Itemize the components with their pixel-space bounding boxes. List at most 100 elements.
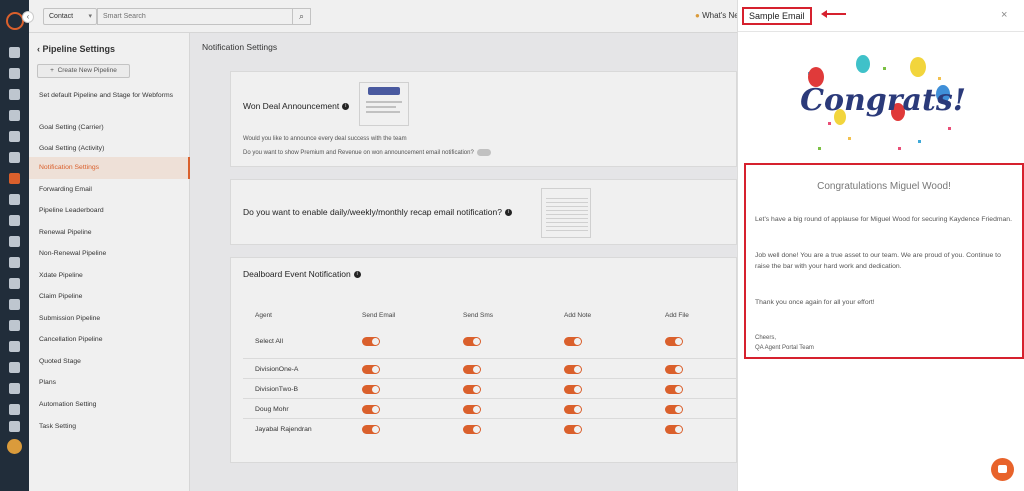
won-deal-question-2-text: Do you want to show Premium and Revenue … <box>243 150 474 157</box>
sidebar-item[interactable]: Non-Renewal Pipeline <box>29 249 190 258</box>
sidebar-item[interactable]: Automation Setting <box>29 400 190 409</box>
pipeline-filter-icon[interactable] <box>9 173 20 184</box>
documents-icon[interactable] <box>9 89 20 100</box>
sidebar-item[interactable]: Task Setting <box>29 422 190 431</box>
add-note-toggle[interactable] <box>564 365 582 374</box>
collapse-rail-button[interactable]: ‹ <box>22 11 34 23</box>
won-deal-question-1: Would you like to announce every deal su… <box>243 136 407 142</box>
archive-icon[interactable] <box>9 299 20 310</box>
add-file-toggle[interactable] <box>665 385 683 394</box>
email-paragraph-3: Thank you once again for all your effort… <box>755 299 875 306</box>
sidebar-item[interactable]: Renewal Pipeline <box>29 228 190 237</box>
google-icon[interactable] <box>9 278 20 289</box>
sidebar-item[interactable]: Goal Setting (Carrier) <box>29 123 190 132</box>
send-sms-toggle[interactable] <box>463 385 481 394</box>
agent-name: Doug Mohr <box>255 406 289 413</box>
sidebar-item[interactable]: Submission Pipeline <box>29 314 190 323</box>
sidebar-item[interactable]: Pipeline Leaderboard <box>29 206 190 215</box>
add-note-toggle[interactable] <box>564 385 582 394</box>
file-icon[interactable] <box>9 215 20 226</box>
icon-rail <box>0 0 29 491</box>
congrats-banner-image: Congrats! <box>800 55 966 150</box>
balloon <box>910 57 926 77</box>
table-row: DivisionOne-A <box>243 358 738 380</box>
list-icon[interactable] <box>9 131 20 142</box>
add-note-toggle[interactable] <box>564 337 582 346</box>
dollar-icon[interactable] <box>9 383 20 394</box>
trend-icon[interactable] <box>9 404 20 415</box>
info-icon[interactable]: i <box>504 209 512 217</box>
page-title: Notification Settings <box>202 42 278 52</box>
email-paragraph-1: Let's have a big round of applause for M… <box>755 216 1012 223</box>
activity-icon[interactable] <box>9 362 20 373</box>
gear-icon[interactable] <box>9 421 20 432</box>
annotation-arrow <box>821 10 846 18</box>
close-icon[interactable]: × <box>1001 9 1007 21</box>
recap-mini-table <box>546 195 588 231</box>
sidebar-item[interactable]: Quoted Stage <box>29 357 190 366</box>
calendar-card-icon[interactable] <box>9 152 20 163</box>
chevron-down-icon: ▾ <box>88 13 92 20</box>
panel-title: Sample Email <box>742 7 812 25</box>
users-icon[interactable] <box>9 110 20 121</box>
email-paragraph-2: Job well done! You are a true asset to o… <box>755 252 1001 270</box>
sidebar-item[interactable]: Set default Pipeline and Stage for Webfo… <box>29 91 179 100</box>
dashboard-icon[interactable] <box>9 47 20 58</box>
add-note-toggle[interactable] <box>564 425 582 434</box>
won-deal-card: Won Deal Announcement i Would you like to… <box>230 71 737 167</box>
whats-new-link[interactable]: ● What's Ne <box>695 11 739 20</box>
add-file-toggle[interactable] <box>665 365 683 374</box>
send-sms-toggle[interactable] <box>463 405 481 414</box>
info-icon[interactable]: i <box>342 103 350 111</box>
column-header-send-email: Send Email <box>362 312 396 319</box>
sidebar-item[interactable]: Forwarding Email <box>29 185 190 194</box>
sidebar-item[interactable]: Notification Settings <box>29 157 190 179</box>
folder-icon[interactable] <box>9 257 20 268</box>
premium-revenue-toggle[interactable] <box>476 149 491 156</box>
column-header-send-sms: Send Sms <box>463 312 493 319</box>
chat-widget-button[interactable] <box>991 458 1014 481</box>
sidebar-title-label: Pipeline Settings <box>42 44 116 54</box>
info-icon[interactable]: i <box>353 271 361 279</box>
send-sms-toggle[interactable] <box>463 337 481 346</box>
sidebar-title[interactable]: ‹ Pipeline Settings <box>37 44 115 54</box>
won-deal-preview-thumbnail[interactable] <box>359 82 409 126</box>
table-row: DivisionTwo-B <box>243 378 738 400</box>
send-sms-toggle[interactable] <box>463 365 481 374</box>
megaphone-icon[interactable] <box>9 194 20 205</box>
bulb-icon: ● <box>695 11 700 20</box>
sidebar-item[interactable]: Plans <box>29 378 190 387</box>
chart-icon[interactable] <box>9 236 20 247</box>
report-icon[interactable] <box>9 341 20 352</box>
send-email-toggle[interactable] <box>362 337 380 346</box>
send-email-toggle[interactable] <box>362 385 380 394</box>
smart-search-input[interactable] <box>97 8 293 25</box>
dealboard-title-text: Dealboard Event Notification <box>243 269 351 279</box>
add-file-toggle[interactable] <box>665 337 683 346</box>
contacts-icon[interactable] <box>9 68 20 79</box>
sidebar-item[interactable]: Cancellation Pipeline <box>29 335 190 344</box>
recap-preview-thumbnail[interactable] <box>541 188 591 238</box>
congrats-mini-banner <box>368 87 400 95</box>
send-email-toggle[interactable] <box>362 365 380 374</box>
calendar-icon[interactable] <box>9 320 20 331</box>
contact-type-select[interactable]: Contact ▾ <box>43 8 97 25</box>
preview-line <box>366 106 396 108</box>
send-email-toggle[interactable] <box>362 405 380 414</box>
sidebar-item[interactable]: Goal Setting (Activity) <box>29 144 190 153</box>
create-pipeline-button[interactable]: + Create New Pipeline <box>37 64 130 78</box>
column-header-add-file: Add File <box>665 312 689 319</box>
send-sms-toggle[interactable] <box>463 425 481 434</box>
add-file-toggle[interactable] <box>665 405 683 414</box>
add-file-toggle[interactable] <box>665 425 683 434</box>
sidebar-item[interactable]: Claim Pipeline <box>29 292 190 301</box>
add-note-toggle[interactable] <box>564 405 582 414</box>
sidebar-item[interactable]: Xdate Pipeline <box>29 271 190 280</box>
contact-select-value: Contact <box>49 13 74 20</box>
user-avatar[interactable] <box>7 439 22 454</box>
won-deal-title: Won Deal Announcement i <box>243 101 350 111</box>
search-button[interactable]: ⌕ <box>293 8 311 25</box>
pipeline-settings-sidebar: ‹ Pipeline Settings + Create New Pipelin… <box>29 33 190 491</box>
preview-line <box>366 101 402 103</box>
send-email-toggle[interactable] <box>362 425 380 434</box>
